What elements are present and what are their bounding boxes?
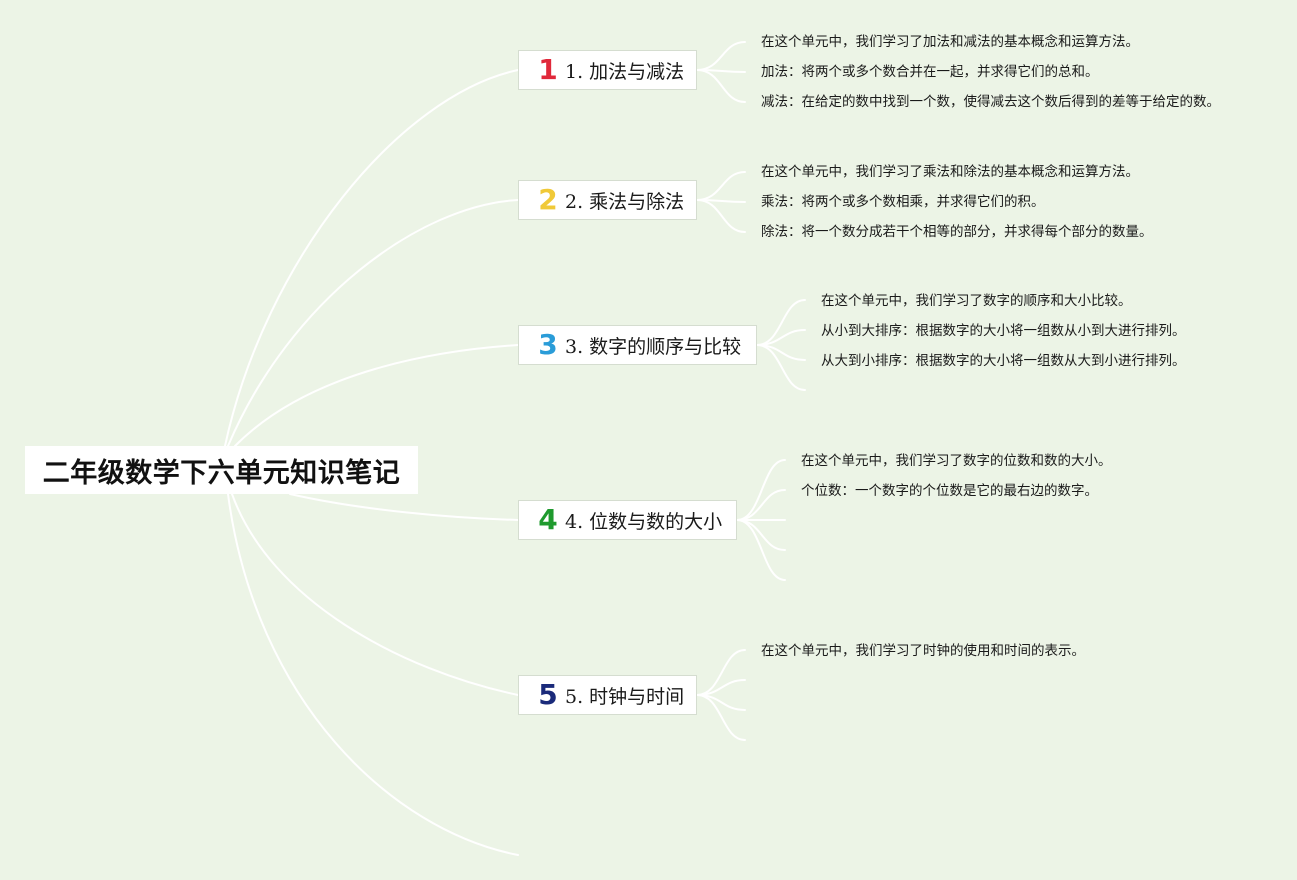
topic-label: 4. 位数与数的大小 [565, 510, 723, 533]
connector-topic-2-note-1 [696, 171, 746, 201]
note-item[interactable]: 除法：将一个数分成若干个相等的部分，并求得每个部分的数量。 [761, 223, 1153, 241]
number-5-icon: 5 [538, 678, 558, 711]
connector-root-topic-3 [234, 344, 519, 447]
number-3-icon: 3 [538, 328, 558, 361]
central-topic[interactable]: 二年级数学下六单元知识笔记 [25, 446, 418, 494]
note-item[interactable]: 乘法：将两个或多个数相乘，并求得它们的积。 [761, 193, 1045, 211]
note-item[interactable]: 在这个单元中，我们学习了数字的位数和数的大小。 [801, 452, 1112, 470]
connector-topic-4-note-4 [736, 519, 786, 551]
connector-root-topic-1 [224, 69, 519, 447]
note-item[interactable]: 个位数：一个数字的个位数是它的最右边的数字。 [801, 482, 1098, 500]
connector-root-topic-4 [289, 493, 519, 521]
note-item[interactable]: 在这个单元中，我们学习了乘法和除法的基本概念和运算方法。 [761, 163, 1139, 181]
connector-topic-4-note-1 [736, 459, 786, 521]
topic-label: 2. 乘法与除法 [565, 190, 685, 213]
connector-root-topic-2 [227, 199, 519, 447]
topic-place-value-size[interactable]: 4 4. 位数与数的大小 [518, 500, 737, 540]
number-4-icon: 4 [538, 503, 558, 536]
connector-root-topic-5 [231, 493, 519, 696]
number-1-icon: 1 [538, 53, 558, 86]
topic-label: 5. 时钟与时间 [565, 685, 685, 708]
topic-number-order-comparison[interactable]: 3 3. 数字的顺序与比较 [518, 325, 757, 365]
connector-topic-1-note-3 [696, 69, 746, 103]
note-item[interactable]: 从大到小排序：根据数字的大小将一组数从大到小进行排列。 [821, 352, 1186, 370]
connector-lines [224, 41, 806, 856]
connector-topic-1-note-1 [696, 41, 746, 71]
note-item[interactable]: 加法：将两个或多个数合并在一起，并求得它们的总和。 [761, 63, 1099, 81]
topic-clock-time[interactable]: 5 5. 时钟与时间 [518, 675, 697, 715]
note-item[interactable]: 在这个单元中，我们学习了时钟的使用和时间的表示。 [761, 642, 1085, 660]
topic-label: 3. 数字的顺序与比较 [565, 335, 742, 358]
note-item[interactable]: 在这个单元中，我们学习了数字的顺序和大小比较。 [821, 292, 1132, 310]
connector-topic-4-note-2 [736, 489, 786, 521]
connector-topic-4-note-5 [736, 519, 786, 581]
note-item[interactable]: 从小到大排序：根据数字的大小将一组数从小到大进行排列。 [821, 322, 1186, 340]
number-2-icon: 2 [538, 183, 558, 216]
topic-multiplication-division[interactable]: 2 2. 乘法与除法 [518, 180, 697, 220]
note-item[interactable]: 在这个单元中，我们学习了加法和减法的基本概念和运算方法。 [761, 33, 1139, 51]
connector-root-bottom [227, 493, 519, 856]
topic-addition-subtraction[interactable]: 1 1. 加法与减法 [518, 50, 697, 90]
note-item[interactable]: 减法：在给定的数中找到一个数，使得减去这个数后得到的差等于给定的数。 [761, 93, 1220, 111]
topic-label: 1. 加法与减法 [565, 60, 685, 83]
connector-topic-2-note-3 [696, 199, 746, 233]
central-topic-label: 二年级数学下六单元知识笔记 [42, 457, 401, 489]
